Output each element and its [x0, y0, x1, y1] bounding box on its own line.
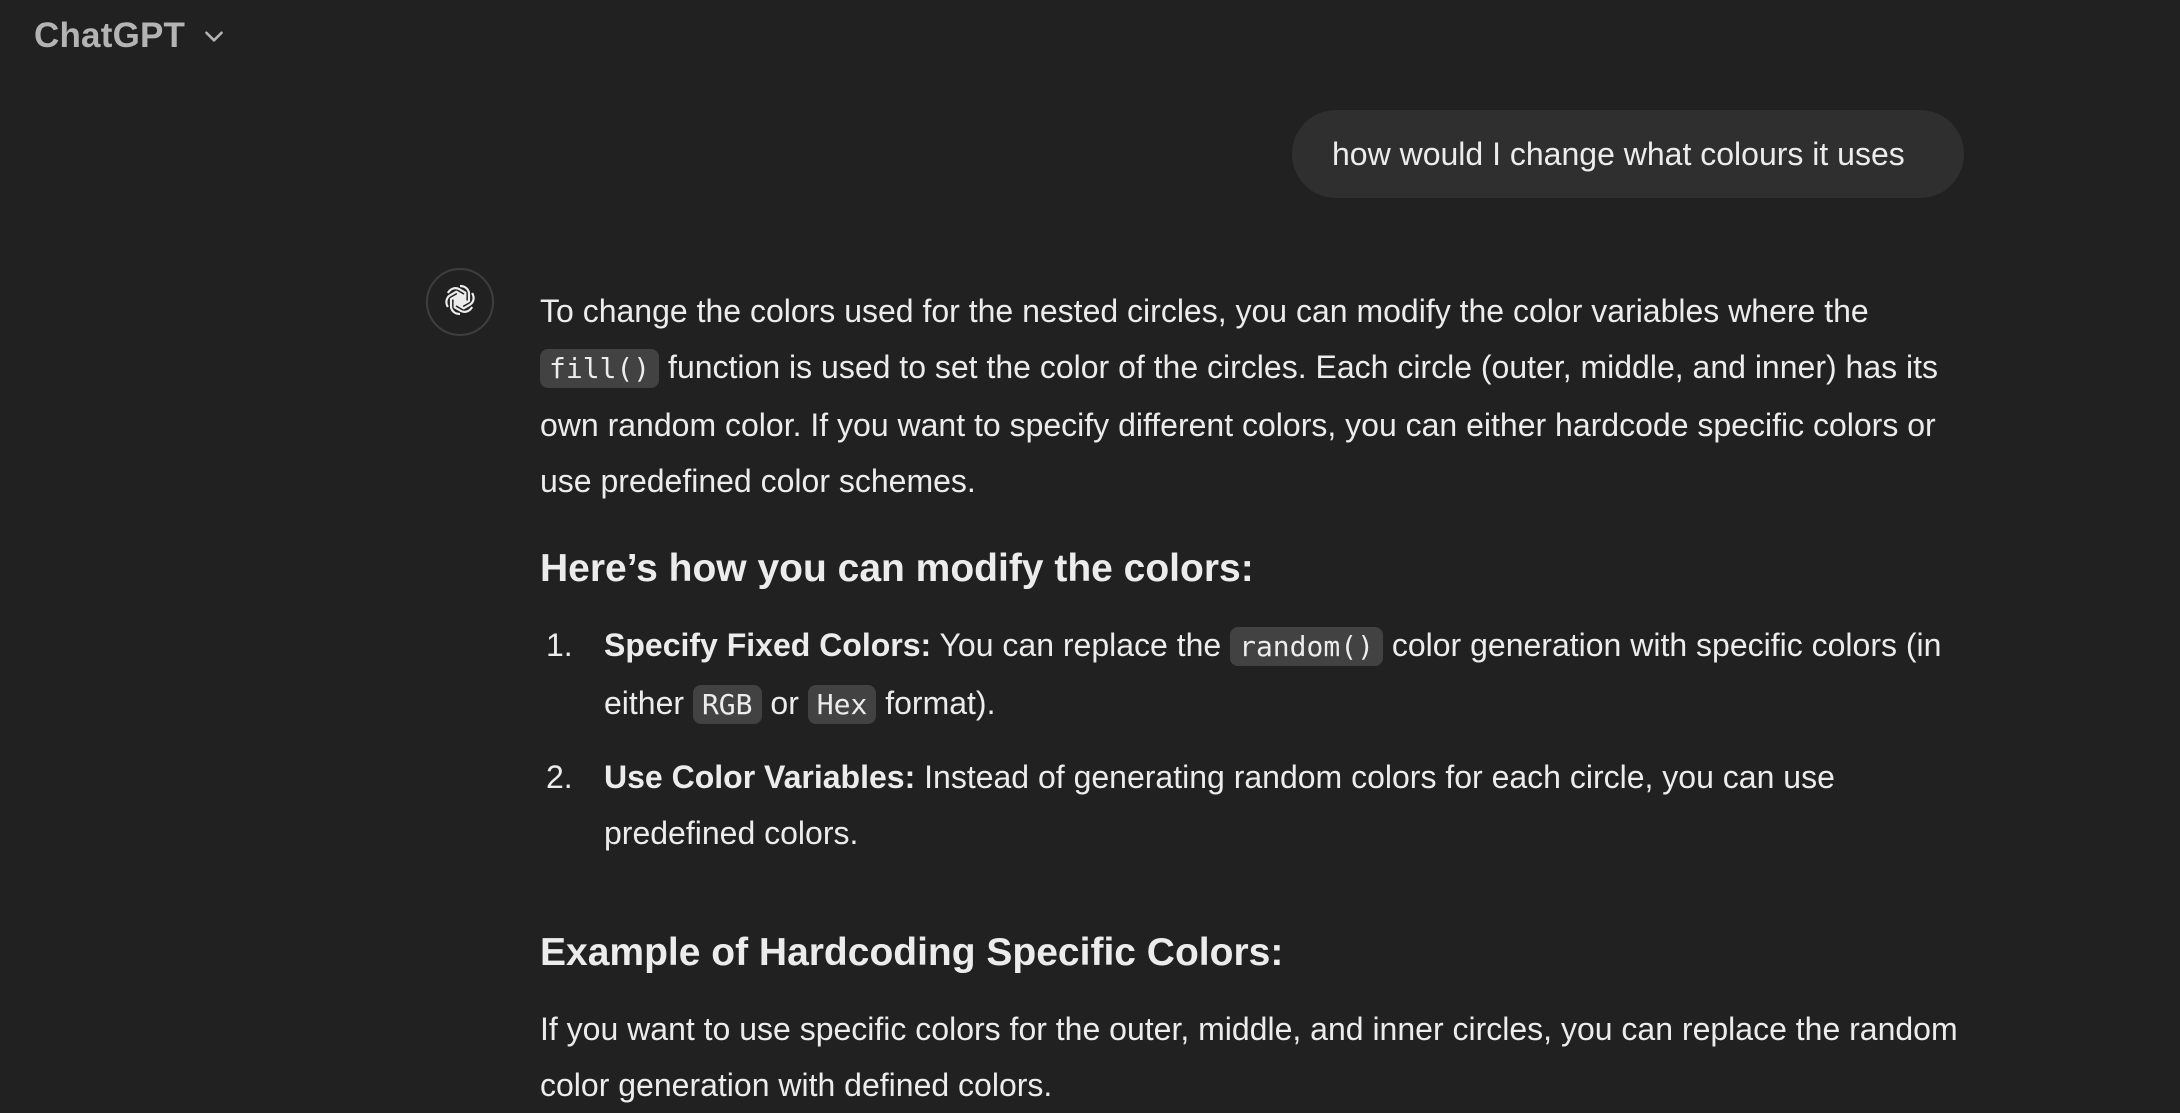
inline-code: Hex: [807, 685, 877, 724]
assistant-paragraph-2: If you want to use specific colors for t…: [540, 1011, 1958, 1103]
list-item: 2. Use Color Variables: Instead of gener…: [540, 749, 1970, 861]
inline-code: fill(): [540, 349, 660, 388]
assistant-paragraph-1: To change the colors used for the nested…: [540, 283, 1970, 509]
section-heading: Here’s how you can modify the colors:: [540, 547, 1254, 590]
model-selector[interactable]: ChatGPT: [34, 14, 227, 58]
section-heading: Example of Hardcoding Specific Colors:: [540, 931, 1284, 974]
list-item-text: You can replace the: [931, 627, 1231, 663]
user-message-text: how would I change what colours it uses: [1332, 135, 1905, 172]
list-number: 1.: [546, 627, 573, 663]
list-item-title: Specify Fixed Colors:: [604, 627, 932, 663]
list-item-text: or: [761, 685, 808, 721]
openai-logo-icon: [440, 280, 480, 325]
assistant-message: To change the colors used for the nested…: [540, 283, 1970, 1113]
list-item-title: Use Color Variables:: [604, 759, 916, 795]
model-name: ChatGPT: [34, 16, 186, 55]
inline-code: random(): [1230, 627, 1383, 666]
steps-list: 1. Specify Fixed Colors: You can replace…: [540, 617, 1970, 861]
list-item: 1. Specify Fixed Colors: You can replace…: [540, 617, 1970, 733]
user-message-bubble: how would I change what colours it uses: [1292, 110, 1964, 198]
list-number: 2.: [546, 759, 573, 795]
chevron-down-icon: [201, 23, 227, 49]
paragraph-text: function is used to set the color of the…: [540, 349, 1938, 499]
paragraph-text: To change the colors used for the nested…: [540, 293, 1869, 329]
inline-code: RGB: [692, 685, 762, 724]
assistant-avatar: [426, 268, 494, 336]
list-item-text: format).: [876, 685, 996, 721]
